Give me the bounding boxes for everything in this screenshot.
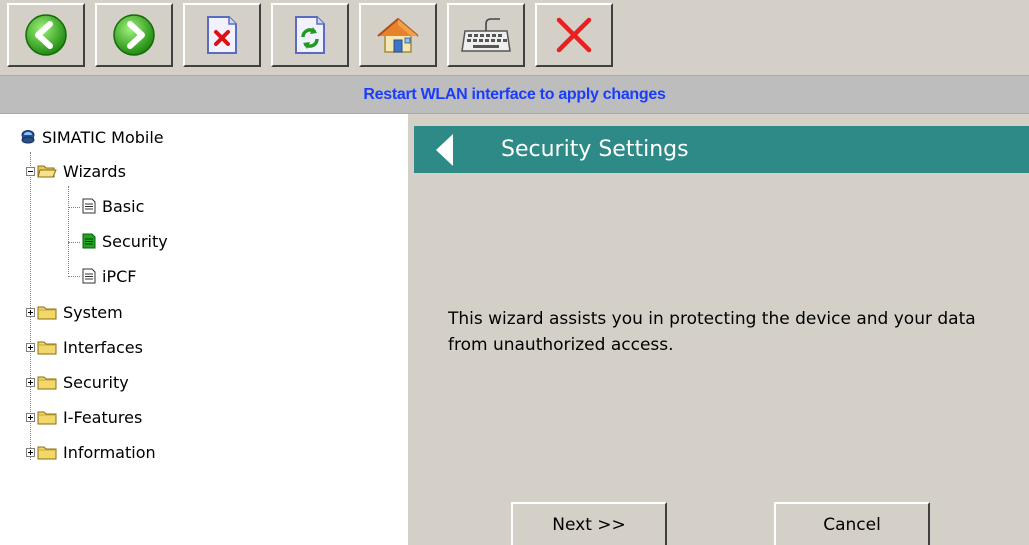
- tree-item-basic[interactable]: Basic: [82, 191, 144, 221]
- discard-button[interactable]: [183, 3, 261, 67]
- tree-item-information[interactable]: Information: [26, 437, 156, 467]
- wizard-description: This wizard assists you in protecting th…: [448, 309, 976, 355]
- back-arrow-icon: [25, 14, 67, 56]
- tree-item-security-wizard[interactable]: Security: [82, 226, 168, 256]
- notice-bar: Restart WLAN interface to apply changes: [0, 75, 1029, 114]
- tree-item-label: Information: [63, 442, 156, 462]
- folder-icon: [37, 341, 57, 355]
- toolbar: [0, 0, 1029, 75]
- tree-item-security[interactable]: Security: [26, 367, 129, 397]
- folder-icon: [37, 411, 57, 425]
- expand-icon[interactable]: [26, 342, 35, 352]
- home-icon: [377, 18, 419, 53]
- expand-icon[interactable]: [26, 307, 35, 317]
- folder-icon: [37, 306, 57, 320]
- close-button[interactable]: [535, 3, 613, 67]
- expand-icon[interactable]: [26, 412, 35, 422]
- tree-root[interactable]: SIMATIC Mobile: [20, 122, 164, 152]
- navigation-tree: SIMATIC Mobile Wizards Basic Security iP…: [0, 114, 408, 545]
- close-icon: [556, 17, 592, 53]
- keyboard-button[interactable]: [447, 3, 525, 67]
- device-icon: [21, 130, 35, 144]
- page-icon: [82, 268, 96, 284]
- expand-icon[interactable]: [26, 447, 35, 457]
- open-folder-icon: [37, 165, 57, 178]
- collapse-icon[interactable]: [26, 166, 35, 176]
- tree-item-label: iPCF: [102, 266, 137, 286]
- page-title: Security Settings: [501, 137, 689, 162]
- tree-item-i-features[interactable]: I-Features: [26, 402, 142, 432]
- tree-item-label: Interfaces: [63, 337, 143, 357]
- content-panel: Security Settings This wizard assists yo…: [408, 114, 1029, 545]
- restart-notice: Restart WLAN interface to apply changes: [363, 85, 666, 103]
- tree-item-label: Security: [102, 231, 168, 251]
- forward-button[interactable]: [95, 3, 173, 67]
- tree-item-label: Security: [63, 372, 129, 392]
- folder-icon: [37, 446, 57, 460]
- cancel-button[interactable]: Cancel: [774, 502, 930, 545]
- refresh-button[interactable]: [271, 3, 349, 67]
- tree-item-label: System: [63, 302, 123, 322]
- tree-root-label: SIMATIC Mobile: [42, 127, 164, 147]
- tree-item-system[interactable]: System: [26, 297, 123, 327]
- refresh-icon: [295, 16, 325, 54]
- tree-item-interfaces[interactable]: Interfaces: [26, 332, 143, 362]
- tree-item-label: I-Features: [63, 407, 143, 427]
- tree-item-wizards[interactable]: Wizards: [26, 156, 126, 186]
- back-triangle-icon[interactable]: [436, 133, 453, 166]
- expand-icon[interactable]: [26, 377, 35, 387]
- active-page-icon: [82, 233, 96, 249]
- tree-item-label: Wizards: [63, 161, 126, 181]
- next-button[interactable]: Next >>: [511, 502, 667, 545]
- folder-icon: [37, 376, 57, 390]
- tree-item-ipcf[interactable]: iPCF: [82, 261, 136, 291]
- discard-page-icon: [207, 16, 237, 54]
- keyboard-icon: [461, 18, 511, 52]
- section-header: Security Settings: [414, 126, 1029, 173]
- page-icon: [82, 198, 96, 214]
- back-button[interactable]: [7, 3, 85, 67]
- home-button[interactable]: [359, 3, 437, 67]
- tree-item-label: Basic: [102, 196, 145, 216]
- forward-arrow-icon: [113, 14, 155, 56]
